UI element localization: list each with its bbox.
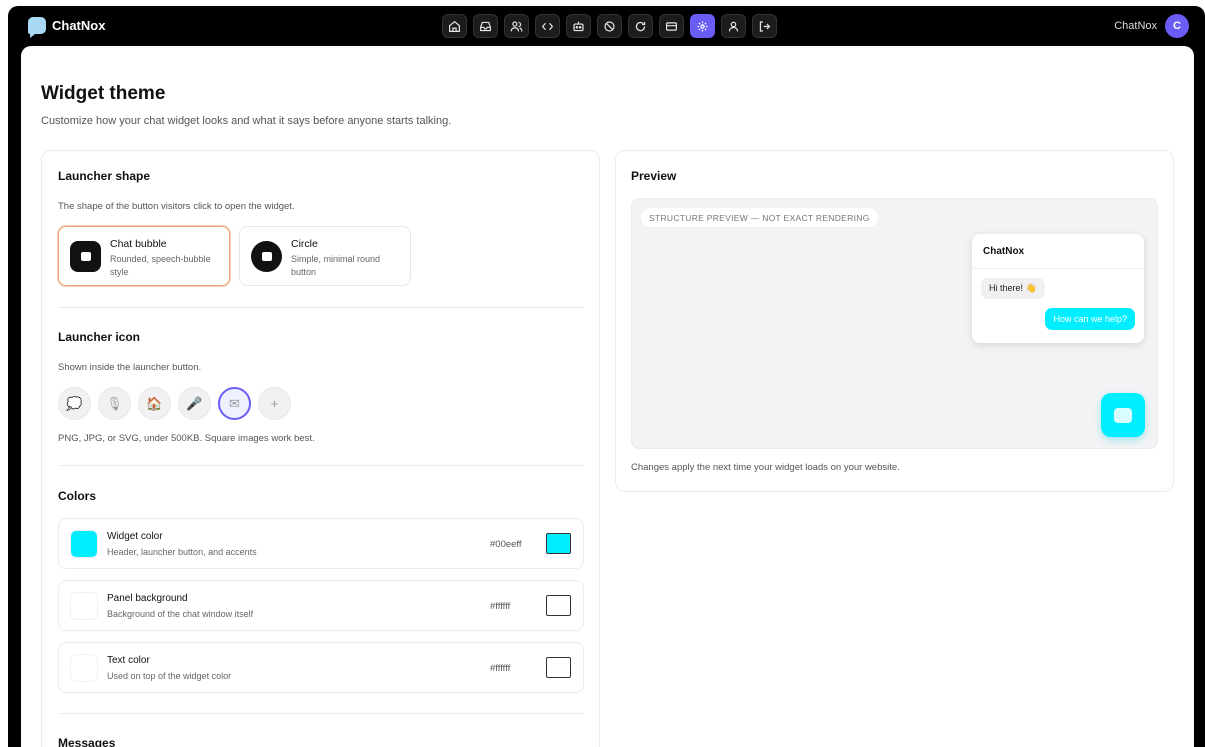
color-desc: Background of the chat window itself — [107, 609, 254, 619]
envelope-icon[interactable]: ✉ — [218, 387, 251, 420]
app-window: ChatNox ChatNox C Widget theme Customize… — [8, 6, 1205, 747]
color-row-widget: Widget color Header, launcher button, an… — [58, 518, 584, 569]
divider — [58, 465, 584, 466]
color-picker[interactable] — [546, 657, 571, 678]
structure-preview-badge: STRUCTURE PREVIEW — NOT EXACT RENDERING — [641, 208, 878, 227]
top-navbar: ChatNox ChatNox C — [8, 6, 1205, 46]
preview-greeting-message: Hi there! 👋 — [981, 278, 1045, 299]
shape-option-circle[interactable]: Circle Simple, minimal round button — [239, 226, 411, 286]
page-title: Widget theme — [41, 83, 166, 104]
color-preview-swatch — [70, 592, 98, 620]
refresh-icon[interactable] — [628, 14, 653, 38]
robot-icon[interactable] — [566, 14, 591, 38]
launcher-icon-options: 💭 🎙 🏠 🎤 ✉ + — [58, 387, 291, 420]
brand[interactable]: ChatNox — [28, 17, 106, 38]
color-row-panel-background: Panel background Background of the chat … — [58, 580, 584, 631]
microphone-stand-icon[interactable]: 🎙 — [98, 387, 131, 420]
billing-icon[interactable] — [659, 14, 684, 38]
home-icon[interactable] — [442, 14, 467, 38]
users-icon[interactable] — [504, 14, 529, 38]
color-hex-value[interactable]: #00eeff — [490, 539, 522, 550]
color-picker[interactable] — [546, 595, 571, 616]
color-desc: Header, launcher button, and accents — [107, 547, 257, 557]
add-icon[interactable]: + — [258, 387, 291, 420]
preview-chat-window: ChatNox Hi there! 👋 How can we help? — [972, 234, 1144, 343]
preview-title: Preview — [631, 169, 677, 183]
preview-note: Changes apply the next time your widget … — [631, 462, 900, 473]
color-name: Panel background — [107, 593, 188, 604]
shape-option-name: Chat bubble — [110, 238, 167, 250]
preview-area: STRUCTURE PREVIEW — NOT EXACT RENDERING … — [631, 198, 1158, 449]
inbox-icon[interactable] — [473, 14, 498, 38]
color-hex-value[interactable]: #ffffff — [490, 601, 510, 612]
logout-icon[interactable] — [752, 14, 777, 38]
profile-icon[interactable] — [721, 14, 746, 38]
user-menu[interactable]: ChatNox C — [1114, 14, 1189, 38]
user-name: ChatNox — [1114, 20, 1157, 32]
chat-logo-icon — [28, 17, 46, 38]
page-subtitle: Customize how your chat widget looks and… — [41, 115, 452, 127]
launcher-icon-title: Launcher icon — [58, 330, 141, 344]
preview-card: Preview STRUCTURE PREVIEW — NOT EXACT RE… — [615, 150, 1174, 492]
shape-option-desc: Simple, minimal round button — [291, 254, 381, 277]
color-desc: Used on top of the widget color — [107, 671, 232, 681]
chat-bubble-icon — [1114, 407, 1132, 423]
color-name: Text color — [107, 655, 150, 666]
preview-reply-message: How can we help? — [1045, 308, 1135, 330]
microphone-icon[interactable]: 🎤 — [178, 387, 211, 420]
brand-name: ChatNox — [52, 18, 106, 33]
color-picker[interactable] — [546, 533, 571, 554]
preview-chat-title: ChatNox — [983, 246, 1025, 257]
shape-option-desc: Rounded, speech-bubble style — [110, 254, 211, 277]
chat-bubble-icon — [70, 241, 101, 272]
code-icon[interactable] — [535, 14, 560, 38]
divider — [972, 268, 1144, 269]
launcher-icon-hint: PNG, JPG, or SVG, under 500KB. Square im… — [58, 433, 315, 444]
color-hex-value[interactable]: #ffffff — [490, 663, 510, 674]
launcher-icon-desc: Shown inside the launcher button. — [58, 362, 202, 373]
settings-icon[interactable] — [690, 14, 715, 38]
launcher-shape-desc: The shape of the button visitors click t… — [58, 201, 295, 212]
settings-card: Launcher shape The shape of the button v… — [41, 150, 600, 747]
colors-title: Colors — [58, 489, 97, 503]
color-name: Widget color — [107, 531, 163, 542]
shape-option-chat-bubble[interactable]: Chat bubble Rounded, speech-bubble style — [58, 226, 230, 286]
color-row-text: Text color Used on top of the widget col… — [58, 642, 584, 693]
circle-launcher-icon — [251, 241, 282, 272]
divider — [58, 307, 584, 308]
divider — [58, 713, 584, 714]
shape-option-name: Circle — [291, 238, 318, 250]
nav-icon-bar — [442, 14, 777, 38]
speech-bubble-icon[interactable]: 💭 — [58, 387, 91, 420]
color-preview-swatch — [70, 654, 98, 682]
launcher-shape-title: Launcher shape — [58, 169, 151, 183]
color-preview-swatch — [70, 530, 98, 558]
preview-launcher-button — [1101, 393, 1145, 437]
messages-title: Messages — [58, 736, 116, 747]
avatar[interactable]: C — [1165, 14, 1189, 38]
main-content: Widget theme Customize how your chat wid… — [21, 46, 1194, 747]
block-icon[interactable] — [597, 14, 622, 38]
house-icon[interactable]: 🏠 — [138, 387, 171, 420]
